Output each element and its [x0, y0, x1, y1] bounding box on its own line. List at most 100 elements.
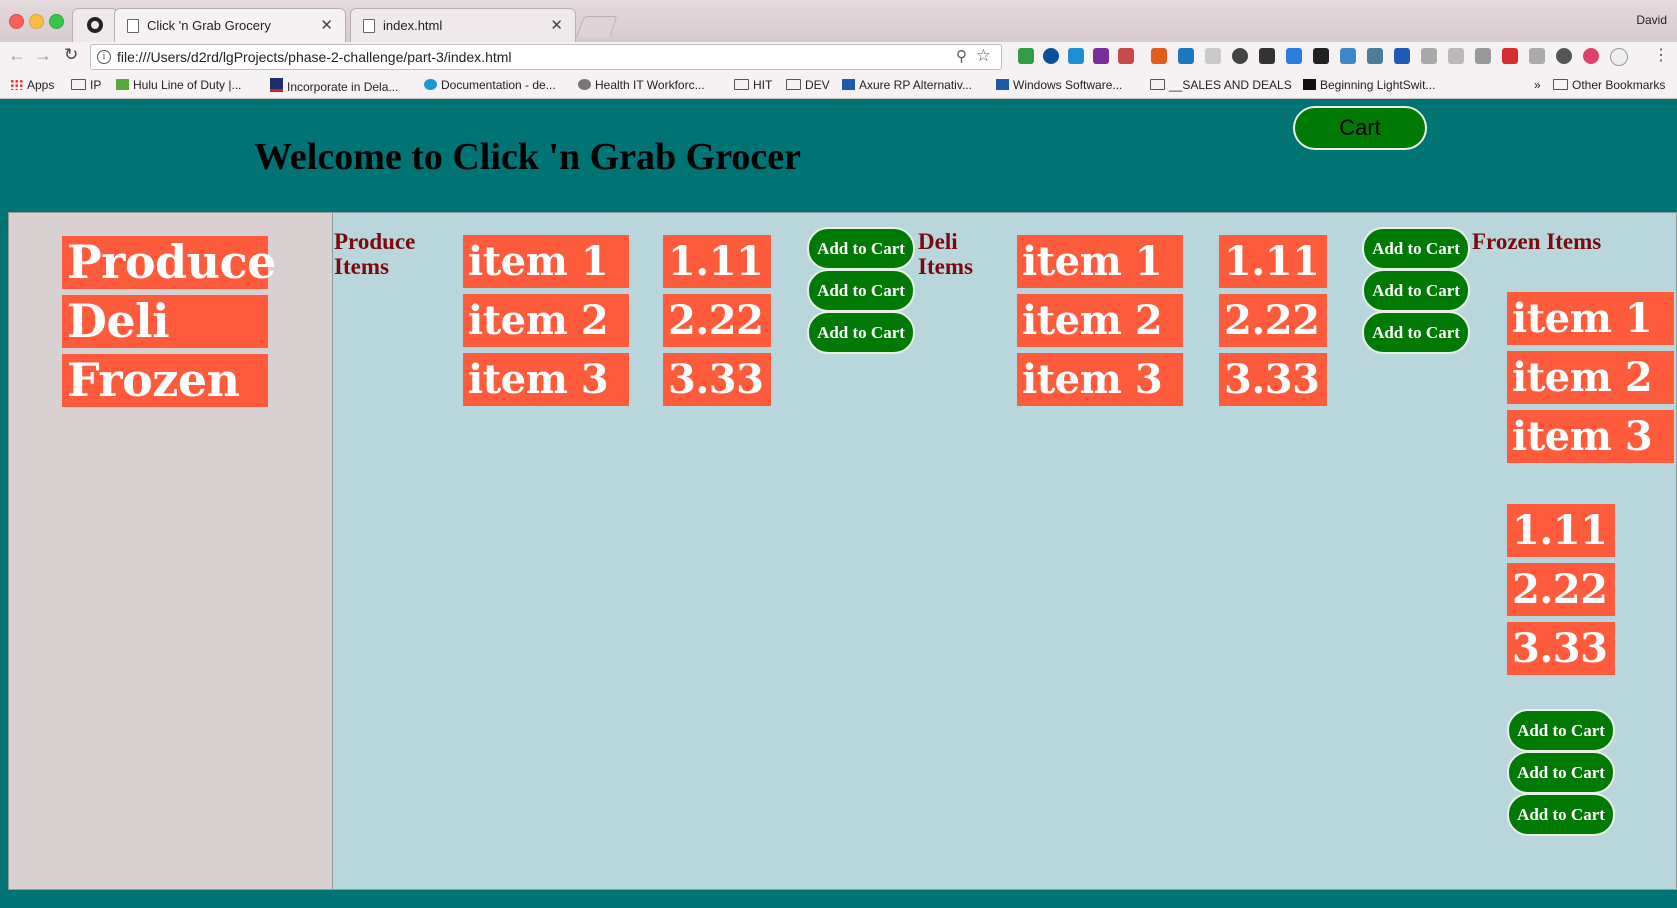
add-to-cart-button[interactable]: Add to Cart	[807, 311, 915, 354]
word-icon[interactable]	[1394, 48, 1410, 64]
new-tab-button[interactable]	[576, 16, 618, 37]
close-tab-icon[interactable]: ✕	[550, 16, 563, 34]
produce-item-price: 3.33	[663, 353, 771, 406]
folder-icon	[1553, 79, 1568, 90]
bookmark-other-bookmarks[interactable]: Other Bookmarks	[1553, 78, 1665, 92]
extension-icon[interactable]	[1018, 48, 1034, 64]
bookmark-lightswitch[interactable]: Beginning LightSwit...	[1303, 78, 1435, 92]
bookmark-label: Health IT Workforc...	[595, 78, 705, 92]
maximize-window-icon[interactable]	[49, 14, 64, 29]
extension-icon[interactable]	[1367, 48, 1383, 64]
onenote-icon[interactable]	[1093, 48, 1109, 64]
add-to-cart-button[interactable]: Add to Cart	[1362, 311, 1470, 354]
info-icon[interactable]: i	[97, 50, 111, 64]
add-to-cart-button[interactable]: Add to Cart	[1362, 227, 1470, 270]
add-to-cart-button[interactable]: Add to Cart	[1507, 793, 1615, 836]
alternativeto-icon	[996, 79, 1009, 90]
page-title: Welcome to Click 'n Grab Grocer	[254, 136, 802, 178]
extension-icon[interactable]	[1340, 48, 1356, 64]
bookmark-documentation[interactable]: Documentation - de...	[424, 78, 556, 92]
bookmark-axure[interactable]: Axure RP Alternativ...	[842, 78, 972, 92]
bookmark-apps[interactable]: Apps	[10, 78, 54, 92]
page-icon	[127, 19, 139, 33]
office-icon[interactable]	[1151, 48, 1167, 64]
bookmark-hulu[interactable]: Hulu Line of Duty |...	[116, 78, 242, 92]
bookmark-dev[interactable]: DEV	[786, 78, 830, 92]
m-icon	[1303, 79, 1316, 90]
reload-icon[interactable]: ↻	[64, 45, 78, 65]
close-tab-icon[interactable]: ✕	[320, 16, 333, 34]
extension-icon[interactable]	[1448, 48, 1464, 64]
produce-item-price: 1.11	[663, 235, 771, 288]
caduceus-icon	[578, 79, 591, 90]
alternativeto-icon	[842, 79, 855, 90]
menu-icon[interactable]: ⋮	[1653, 45, 1669, 65]
bookmarks-bar: Apps IP Hulu Line of Duty |... Incorpora…	[0, 72, 1677, 99]
extension-icon[interactable]	[1118, 48, 1134, 64]
deli-item-name: item 2	[1017, 294, 1183, 347]
add-to-cart-button[interactable]: Add to Cart	[1507, 751, 1615, 794]
back-arrow-icon[interactable]: ←	[8, 45, 26, 66]
extension-icon[interactable]	[1556, 48, 1572, 64]
salesforce-icon	[424, 79, 437, 90]
bookmark-hit[interactable]: HIT	[734, 78, 772, 92]
extension-icon[interactable]	[1043, 48, 1059, 64]
sidebar-item-frozen[interactable]: Frozen	[62, 354, 268, 407]
extension-icon[interactable]	[1313, 48, 1329, 64]
folder-icon	[734, 79, 749, 90]
bookmark-label: HIT	[753, 78, 773, 92]
add-to-cart-button[interactable]: Add to Cart	[1362, 269, 1470, 312]
frozen-item-name: item 1	[1507, 292, 1674, 345]
download-icon[interactable]	[1529, 48, 1545, 64]
bookmark-incorporate[interactable]: Incorporate in Dela...	[270, 78, 398, 94]
bookmark-health-it[interactable]: Health IT Workforc...	[578, 78, 705, 92]
tab-github[interactable]	[72, 8, 118, 42]
produce-item-name: item 2	[463, 294, 629, 347]
folder-icon	[1150, 79, 1165, 90]
extension-icon[interactable]	[1502, 48, 1518, 64]
sidebar-item-deli[interactable]: Deli	[62, 295, 268, 348]
add-to-cart-button[interactable]: Add to Cart	[807, 269, 915, 312]
deli-item-price: 2.22	[1219, 294, 1327, 347]
bookmark-ip[interactable]: IP	[71, 78, 101, 92]
extension-icon[interactable]	[1178, 48, 1194, 64]
minimize-window-icon[interactable]	[29, 14, 44, 29]
bookmark-windows-software[interactable]: Windows Software...	[996, 78, 1122, 92]
page-icon	[363, 19, 375, 33]
extension-icon[interactable]	[1583, 48, 1599, 64]
close-window-icon[interactable]	[9, 14, 24, 29]
bookmark-label: Other Bookmarks	[1572, 78, 1666, 92]
extension-icon[interactable]	[1475, 48, 1491, 64]
bookmark-label: IP	[90, 78, 102, 92]
add-to-cart-button[interactable]: Add to Cart	[1507, 709, 1615, 752]
forward-arrow-icon[interactable]: →	[34, 45, 52, 66]
cart-button[interactable]: Cart	[1293, 106, 1427, 150]
extension-icon[interactable]	[1259, 48, 1275, 64]
url-text[interactable]: file:///Users/d2rd/lgProjects/phase-2-ch…	[117, 49, 512, 65]
bookmark-sales-and-deals[interactable]: __SALES AND DEALS	[1150, 78, 1292, 92]
browser-tab-bar: Click 'n Grab Grocery ✕ index.html ✕ Dav…	[0, 0, 1677, 42]
profile-name[interactable]: David	[1636, 13, 1667, 27]
zoom-icon[interactable]: ⚲	[956, 47, 967, 65]
bookmark-label: Axure RP Alternativ...	[859, 78, 972, 92]
bookmark-label: Hulu Line of Duty |...	[133, 78, 242, 92]
tab-click-n-grab[interactable]: Click 'n Grab Grocery ✕	[114, 8, 346, 42]
extension-icon[interactable]	[1232, 48, 1248, 64]
extension-icon[interactable]	[1286, 48, 1302, 64]
bookmark-label: Incorporate in Dela...	[287, 80, 399, 94]
bookmark-label: Beginning LightSwit...	[1320, 78, 1436, 92]
extension-icon[interactable]	[1421, 48, 1437, 64]
frozen-item-price: 3.33	[1507, 622, 1615, 675]
address-bar[interactable]: i file:///Users/d2rd/lgProjects/phase-2-…	[90, 44, 1002, 70]
tab-index-html[interactable]: index.html ✕	[350, 8, 576, 42]
sidebar-item-produce[interactable]: Produce	[62, 236, 276, 289]
bookmarks-overflow-chevron-icon[interactable]: »	[1534, 78, 1541, 92]
frozen-item-price: 2.22	[1507, 563, 1615, 616]
add-to-cart-button[interactable]: Add to Cart	[807, 227, 915, 270]
produce-item-price: 2.22	[663, 294, 771, 347]
extension-icon[interactable]	[1205, 48, 1221, 64]
extension-icon[interactable]	[1068, 48, 1084, 64]
bookmark-label: DEV	[805, 78, 830, 92]
extension-icon[interactable]	[1610, 48, 1628, 66]
bookmark-star-icon[interactable]: ☆	[976, 46, 991, 66]
